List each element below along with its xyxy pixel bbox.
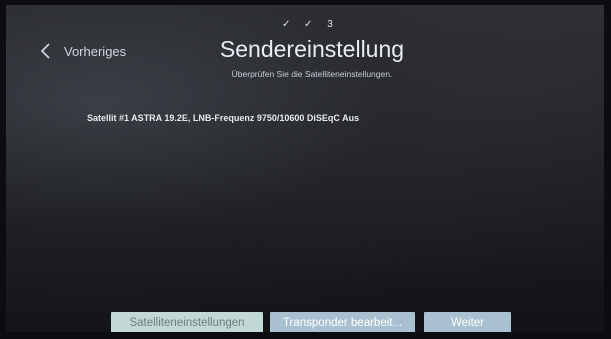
- step-2-check-icon: ✓: [304, 19, 313, 30]
- satellite-info-text: Satellit #1 ASTRA 19.2E, LNB-Frequenz 97…: [87, 113, 360, 123]
- tv-bezel: ✓ ✓ 3 Vorheriges Sendereinstellung Überp…: [0, 0, 611, 339]
- page-title: Sendereinstellung: [219, 36, 405, 62]
- setup-step-indicator: ✓ ✓ 3: [282, 19, 334, 30]
- step-3-number: 3: [327, 19, 333, 30]
- step-1-check-icon: ✓: [282, 19, 291, 30]
- edit-transponder-button[interactable]: Transponder bearbeit...: [270, 312, 415, 332]
- tv-screen: ✓ ✓ 3 Vorheriges Sendereinstellung Überp…: [6, 5, 604, 332]
- satellite-settings-button[interactable]: Satelliteneinstellungen: [111, 312, 263, 332]
- page-subtitle: Überprüfen Sie die Satelliteneinstellung…: [231, 69, 393, 79]
- next-button[interactable]: Weiter: [424, 312, 511, 332]
